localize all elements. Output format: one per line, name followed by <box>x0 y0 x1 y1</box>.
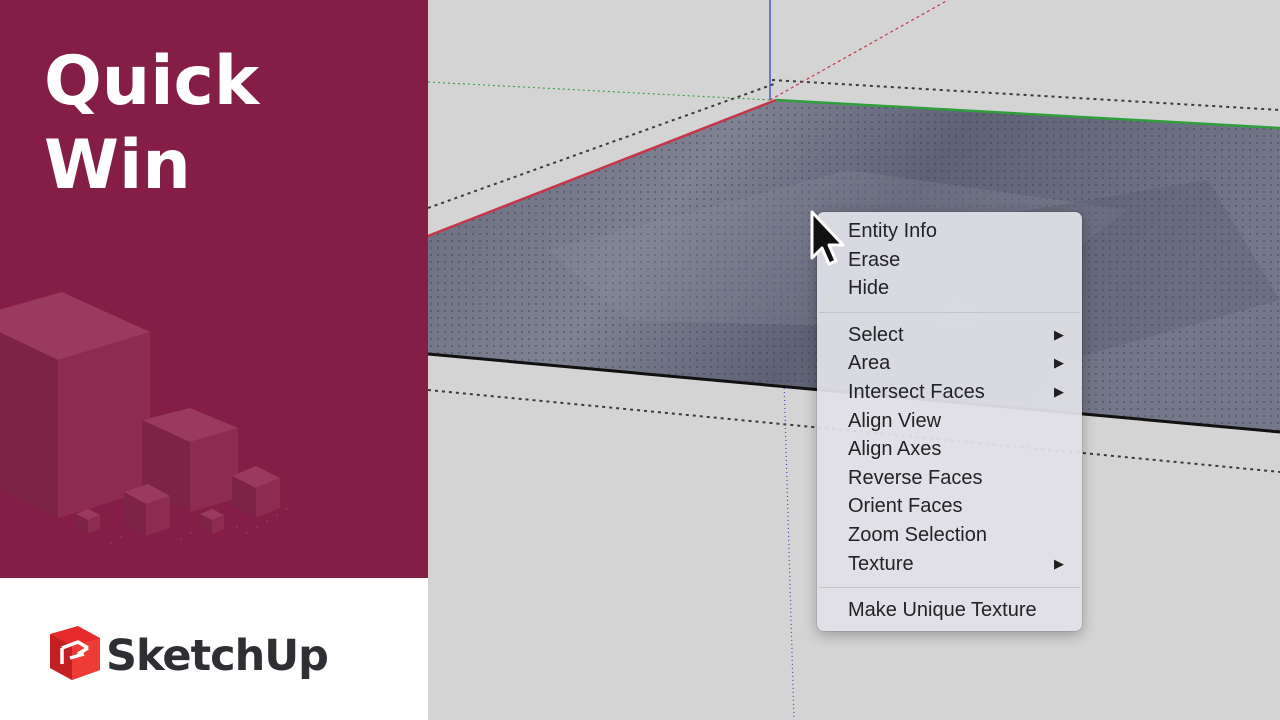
menu-separator <box>819 587 1080 589</box>
menu-item-label: Zoom Selection <box>848 523 987 546</box>
menu-item-area[interactable]: Area ▶ <box>817 349 1082 378</box>
menu-item-label: Texture <box>848 552 914 575</box>
menu-item-texture[interactable]: Texture ▶ <box>817 550 1082 579</box>
menu-item-reverse-faces[interactable]: Reverse Faces <box>817 464 1082 493</box>
sketchup-wordmark: SketchUp <box>106 631 329 681</box>
menu-item-select[interactable]: Select ▶ <box>817 321 1082 350</box>
large-cube <box>0 292 150 518</box>
brand-panel: Quick Win <box>0 0 428 578</box>
green-axis-dotted <box>428 81 771 101</box>
video-frame: Quick Win SketchUp Entity Info Erase Hid… <box>0 0 1280 720</box>
menu-item-zoom-selection[interactable]: Zoom Selection <box>817 521 1082 550</box>
menu-item-label: Entity Info <box>848 220 937 242</box>
title-line-1: Quick <box>44 42 260 121</box>
tiny-cube-2 <box>200 509 224 534</box>
menu-item-erase[interactable]: Erase <box>817 246 1082 275</box>
arrow-cursor-icon <box>810 210 845 266</box>
quick-win-title: Quick Win <box>44 40 259 208</box>
sketchup-logo-icon <box>50 626 100 680</box>
submenu-arrow-icon: ▶ <box>1054 383 1064 399</box>
red-axis-dotted <box>769 0 949 101</box>
menu-item-label: Hide <box>848 277 890 300</box>
menu-item-align-view[interactable]: Align View <box>817 407 1082 436</box>
tiny-cube-1 <box>76 509 100 534</box>
menu-separator <box>819 311 1080 313</box>
menu-item-make-unique-texture[interactable]: Make Unique Texture <box>817 596 1082 625</box>
menu-item-label: Align View <box>848 409 942 432</box>
menu-item-label: Area <box>848 352 891 375</box>
menu-item-hide[interactable]: Hide <box>817 274 1082 303</box>
menu-item-label: Erase <box>848 248 901 271</box>
menu-item-entity-info[interactable]: Entity Info <box>817 217 1082 246</box>
small-cube-2 <box>232 466 280 518</box>
menu-item-label: Align Axes <box>848 438 942 461</box>
menu-item-intersect-faces[interactable]: Intersect Faces ▶ <box>817 378 1082 407</box>
submenu-arrow-icon: ▶ <box>1054 326 1064 342</box>
submenu-arrow-icon: ▶ <box>1054 355 1064 371</box>
menu-item-align-axes[interactable]: Align Axes <box>817 435 1082 464</box>
menu-item-label: Reverse Faces <box>848 466 983 489</box>
context-menu[interactable]: Entity Info Erase Hide Select ▶ Area ▶ I… <box>817 212 1082 631</box>
menu-item-orient-faces[interactable]: Orient Faces <box>817 492 1082 521</box>
submenu-arrow-icon: ▶ <box>1054 555 1064 571</box>
menu-item-label: Make Unique Texture <box>848 599 1037 622</box>
title-line-2: Win <box>44 126 191 205</box>
menu-item-label: Orient Faces <box>848 495 963 518</box>
menu-item-label: Intersect Faces <box>848 380 985 403</box>
menu-item-label: Select <box>848 323 904 346</box>
cubes-illustration <box>0 292 288 544</box>
